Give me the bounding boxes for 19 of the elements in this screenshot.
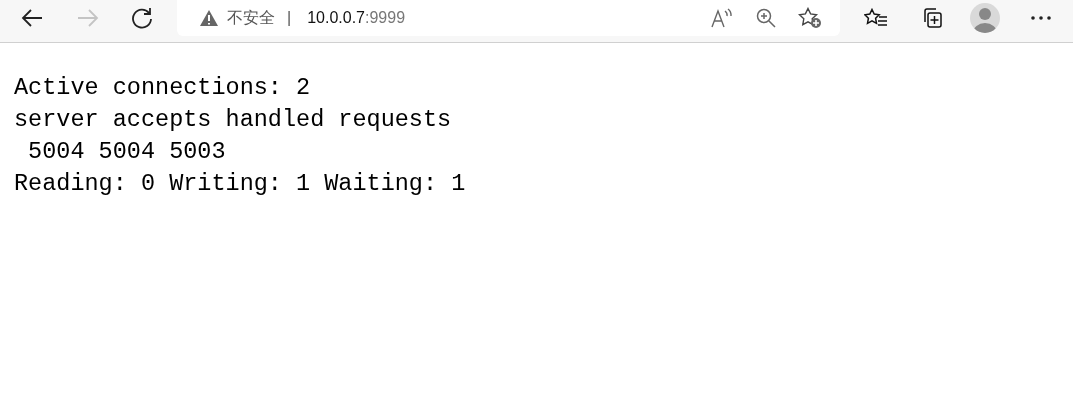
star-plus-icon (798, 7, 822, 29)
zoom-in-icon (756, 8, 776, 28)
separator: | (287, 8, 292, 28)
favorites-icon (864, 8, 888, 28)
status-line: Reading: 0 Writing: 1 Waiting: 1 (14, 169, 466, 199)
warning-icon (199, 9, 219, 27)
address-bar[interactable]: 不安全 | 10.0.0.7:9999 (177, 0, 840, 36)
security-label: 不安全 (227, 8, 275, 28)
status-line: 5004 5004 5003 (27, 137, 226, 167)
collections-icon (921, 7, 943, 29)
back-icon (21, 8, 43, 28)
refresh-icon (131, 7, 153, 29)
forward-icon (77, 8, 99, 28)
status-line: Active connections: 2 (14, 73, 311, 103)
read-aloud-icon (711, 8, 733, 28)
status-line: server accepts handled requests (14, 105, 452, 135)
url-text: 10.0.0.7:9999 (307, 8, 406, 28)
more-icon (1031, 16, 1051, 20)
profile-button[interactable] (970, 3, 1000, 33)
